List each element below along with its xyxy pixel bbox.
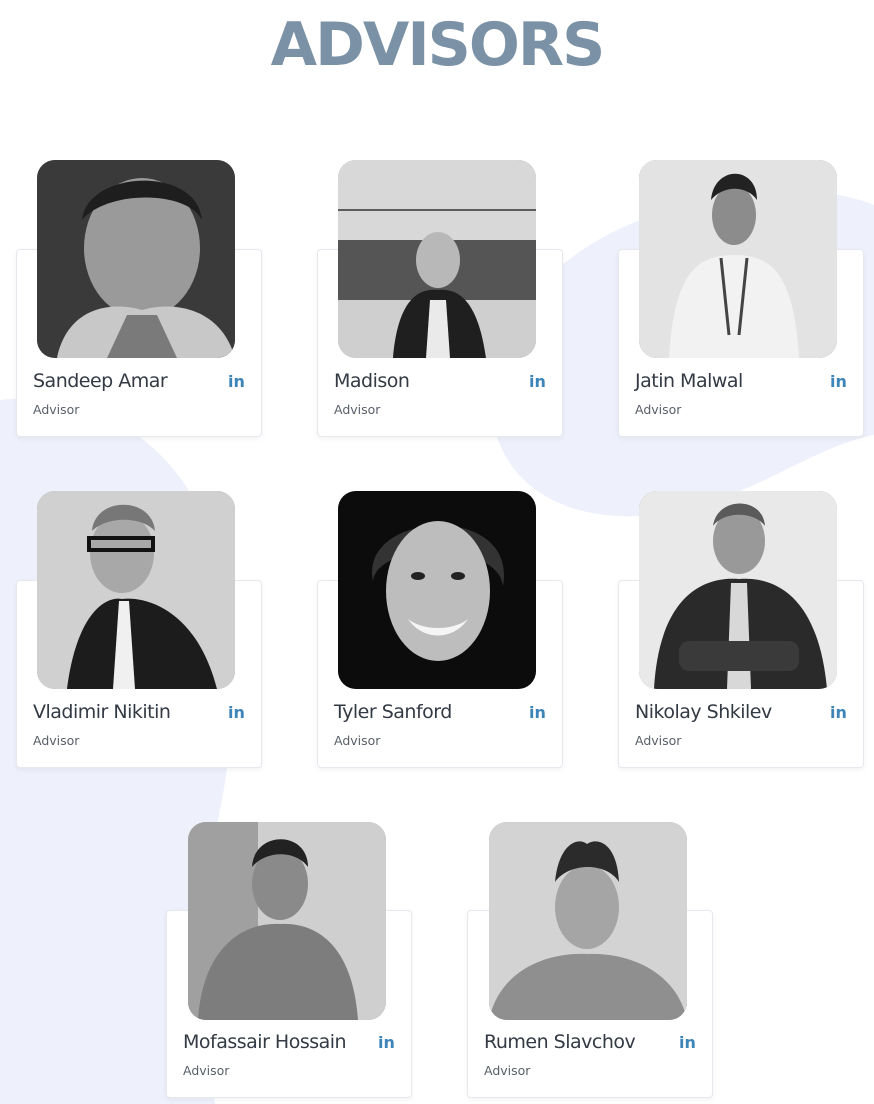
advisor-role: Advisor bbox=[635, 733, 682, 748]
advisor-name: Sandeep Amar bbox=[33, 370, 168, 392]
advisor-name: Mofassair Hossain bbox=[183, 1031, 347, 1053]
advisor-role: Advisor bbox=[334, 733, 381, 748]
advisor-photo bbox=[338, 160, 536, 358]
advisor-photo bbox=[489, 822, 687, 1020]
advisor-photo bbox=[188, 822, 386, 1020]
advisor-role: Advisor bbox=[33, 733, 80, 748]
advisor-role: Advisor bbox=[334, 402, 381, 417]
advisor-photo bbox=[37, 491, 235, 689]
advisor-photo bbox=[37, 160, 235, 358]
advisor-name: Vladimir Nikitin bbox=[33, 701, 171, 723]
advisor-name: Madison bbox=[334, 370, 410, 392]
linkedin-icon[interactable]: in bbox=[830, 703, 847, 722]
linkedin-icon[interactable]: in bbox=[830, 372, 847, 391]
advisor-name: Nikolay Shkilev bbox=[635, 701, 772, 723]
advisor-role: Advisor bbox=[33, 402, 80, 417]
advisor-photo bbox=[338, 491, 536, 689]
linkedin-icon[interactable]: in bbox=[679, 1033, 696, 1052]
advisor-name: Jatin Malwal bbox=[635, 370, 743, 392]
advisor-name: Tyler Sanford bbox=[334, 701, 452, 723]
advisor-role: Advisor bbox=[484, 1063, 531, 1078]
advisor-role: Advisor bbox=[183, 1063, 230, 1078]
advisor-photo bbox=[639, 491, 837, 689]
linkedin-icon[interactable]: in bbox=[228, 703, 245, 722]
linkedin-icon[interactable]: in bbox=[529, 703, 546, 722]
linkedin-icon[interactable]: in bbox=[228, 372, 245, 391]
advisor-photo bbox=[639, 160, 837, 358]
linkedin-icon[interactable]: in bbox=[529, 372, 546, 391]
advisor-role: Advisor bbox=[635, 402, 682, 417]
linkedin-icon[interactable]: in bbox=[378, 1033, 395, 1052]
page-title: ADVISORS bbox=[270, 10, 606, 80]
advisor-name: Rumen Slavchov bbox=[484, 1031, 636, 1053]
